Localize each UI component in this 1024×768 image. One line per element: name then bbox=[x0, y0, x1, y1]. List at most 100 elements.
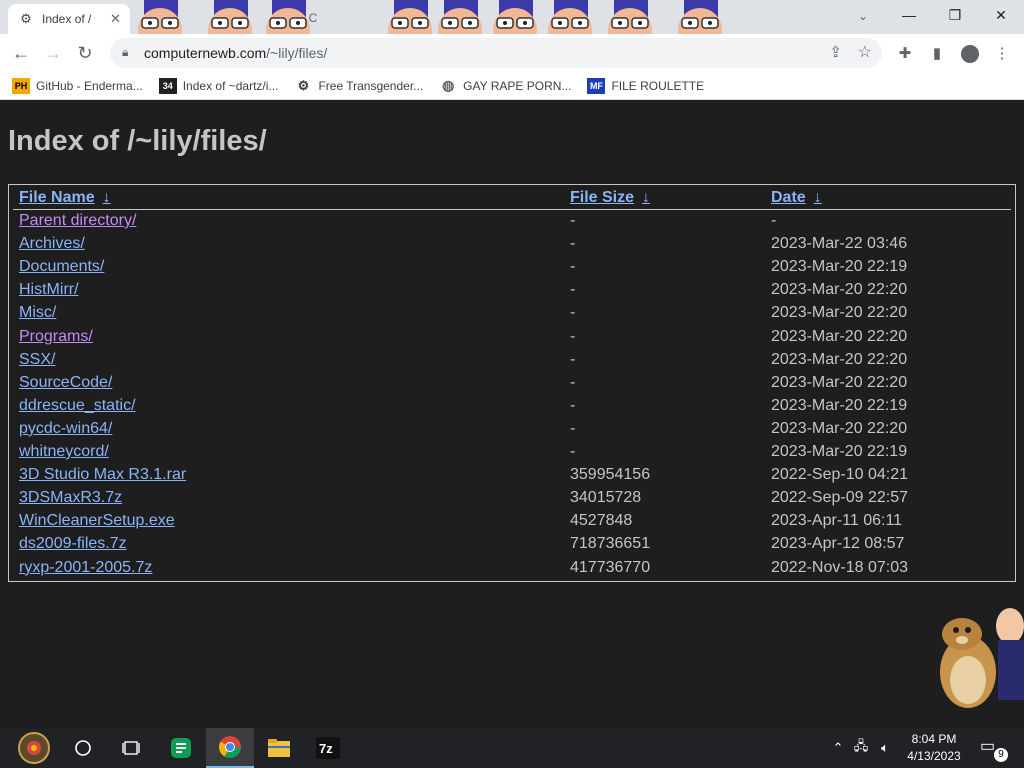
file-size: - bbox=[570, 396, 576, 414]
tab-title: I bbox=[640, 11, 644, 25]
bookmark-index-dartz[interactable]: 34 Index of ~dartz/i... bbox=[158, 77, 279, 94]
side-panel-icon[interactable]: ▮ bbox=[926, 42, 948, 64]
forward-arrow-icon[interactable]: → bbox=[40, 40, 66, 66]
file-date: 2022-Nov-18 07:03 bbox=[771, 558, 908, 576]
file-size: - bbox=[570, 304, 576, 322]
bookmark-globe[interactable]: ◍ GAY RAPE PORN... bbox=[439, 77, 572, 94]
file-size: - bbox=[570, 281, 576, 299]
start-icon[interactable] bbox=[10, 728, 58, 768]
chevron-up-icon[interactable]: ⌃ bbox=[828, 728, 848, 768]
file-date: 2023-Mar-20 22:19 bbox=[771, 396, 908, 414]
close-window-icon[interactable]: ✕ bbox=[978, 0, 1024, 30]
file-link[interactable]: 3D Studio Max R3.1.rar bbox=[19, 466, 186, 484]
grid-icon: 34 bbox=[158, 77, 177, 94]
table-row: Misc/ - 2023-Mar-20 22:20 bbox=[9, 304, 1015, 327]
network-icon[interactable]: 🖧︎ bbox=[850, 728, 872, 768]
extensions-puzzle-icon[interactable]: ✚ bbox=[894, 42, 916, 64]
tab-second[interactable]: ol C bbox=[296, 4, 386, 32]
file-size: - bbox=[570, 212, 576, 229]
menu-kebab-icon[interactable]: ⋮ bbox=[991, 42, 1013, 64]
table-row: ryxp-2001-2005.7z 417736770 2022-Nov-18 07… bbox=[9, 559, 1015, 582]
file-size: 34015728 bbox=[570, 489, 642, 507]
sort-down-icon: ↓ bbox=[102, 189, 111, 206]
volume-muted-icon[interactable]: 🔈︎ bbox=[874, 728, 896, 768]
file-listing-table: File Name ↓ File Size ↓ Date ↓ Parent direc… bbox=[8, 184, 1016, 582]
table-row: Programs/ - 2023-Mar-20 22:20 bbox=[9, 328, 1015, 351]
table-row: Parent directory/ - - bbox=[9, 212, 1015, 235]
bookmark-star-icon[interactable]: ☆ bbox=[858, 42, 872, 62]
tab-third[interactable]: I bbox=[640, 4, 700, 32]
file-link[interactable]: SourceCode/ bbox=[19, 374, 112, 392]
column-header-date[interactable]: Date ↓ bbox=[771, 189, 822, 207]
close-tab-icon[interactable]: ✕ bbox=[110, 11, 121, 27]
tab-title: Index of / bbox=[42, 12, 92, 26]
file-date: 2022-Sep-09 22:57 bbox=[771, 489, 908, 507]
notification-icon[interactable]: ▭ 9 bbox=[980, 736, 1008, 762]
svg-text:7z: 7z bbox=[319, 741, 333, 756]
file-link[interactable]: whitneycord/ bbox=[19, 443, 109, 461]
file-date: 2023-Apr-11 06:11 bbox=[771, 512, 903, 530]
header-divider bbox=[13, 209, 1011, 210]
file-size: - bbox=[570, 235, 576, 253]
column-header-name[interactable]: File Name ↓ bbox=[19, 189, 111, 207]
file-link[interactable]: Documents/ bbox=[19, 258, 104, 276]
file-date: 2023-Mar-20 22:19 bbox=[771, 443, 908, 460]
tab-index[interactable]: ⚙ Index of / ✕ bbox=[8, 4, 130, 34]
bookmark-free-transgender[interactable]: ⚙ Free Transgender... bbox=[294, 78, 424, 94]
bookmark-label: Index of ~dartz/i... bbox=[182, 78, 279, 93]
file-link[interactable]: HistMirr/ bbox=[19, 281, 79, 299]
file-size: - bbox=[570, 373, 576, 391]
lock-icon: 🔒︎ bbox=[122, 45, 129, 59]
bookmark-github[interactable]: PH GitHub - Enderma... bbox=[12, 77, 143, 94]
table-row: Archives/ - 2023-Mar-22 03:46 bbox=[9, 235, 1015, 258]
file-link[interactable]: SSX/ bbox=[19, 351, 55, 369]
minimize-icon[interactable]: — bbox=[886, 0, 932, 30]
file-link[interactable]: 3DSMaxR3.7z bbox=[19, 489, 122, 507]
file-size: 359954156 bbox=[570, 466, 651, 484]
file-explorer-icon[interactable] bbox=[255, 728, 303, 768]
table-row: 3D Studio Max R3.1.rar 359954156 2022-Sep-… bbox=[9, 466, 1015, 489]
file-link[interactable]: pycdc-win64/ bbox=[19, 420, 112, 438]
restore-icon[interactable]: ❐ bbox=[932, 0, 978, 30]
table-row: Documents/ - 2023-Mar-20 22:19 bbox=[9, 258, 1015, 281]
search-icon[interactable] bbox=[59, 728, 107, 768]
file-date: 2023-Mar-20 22:20 bbox=[771, 281, 908, 299]
bookmark-file-roulette[interactable]: MF FILE ROULETTE bbox=[587, 77, 705, 94]
file-link[interactable]: Archives/ bbox=[19, 235, 85, 253]
back-arrow-icon[interactable]: ← bbox=[8, 40, 34, 66]
profile-avatar-icon[interactable] bbox=[961, 45, 979, 63]
reload-icon[interactable]: ↻ bbox=[72, 40, 98, 66]
url-text: computernewb.com/~lily/files/ bbox=[144, 45, 328, 61]
file-link[interactable]: ryxp-2001-2005.7z bbox=[19, 559, 152, 577]
share-icon[interactable]: ⇪ bbox=[829, 43, 842, 61]
file-link[interactable]: ds2009-files.7z bbox=[19, 535, 127, 553]
column-header-size[interactable]: File Size ↓ bbox=[570, 189, 650, 207]
bookmark-label: GAY RAPE PORN... bbox=[463, 78, 572, 93]
chrome-icon[interactable] bbox=[206, 728, 254, 768]
file-link[interactable]: Misc/ bbox=[19, 304, 56, 322]
7zip-icon[interactable]: 7z bbox=[304, 728, 352, 768]
page-title: Index of /~lily/files/ bbox=[8, 125, 267, 157]
bookmark-label: GitHub - Enderma... bbox=[36, 78, 143, 93]
file-date: 2023-Mar-20 22:20 bbox=[771, 350, 908, 368]
tab-title: ol C bbox=[296, 11, 318, 25]
notification-count-badge: 9 bbox=[994, 748, 1008, 762]
address-bar[interactable]: 🔒︎ computernewb.com/~lily/files/ ⇪ ☆ bbox=[110, 38, 882, 68]
file-link[interactable]: Parent directory/ bbox=[19, 212, 136, 230]
hamster-sticker bbox=[940, 608, 1024, 708]
task-view-icon[interactable] bbox=[107, 728, 155, 768]
tab-strip: ⚙ Index of / ✕ ol C I ⌄ — ❐ ✕ bbox=[0, 0, 1024, 34]
ph-icon: PH bbox=[12, 77, 30, 94]
bookmark-label: FILE ROULETTE bbox=[611, 78, 705, 93]
file-link[interactable]: ddrescue_static/ bbox=[19, 397, 136, 415]
file-date: 2023-Mar-20 22:20 bbox=[771, 304, 908, 322]
file-date: 2023-Mar-20 22:20 bbox=[771, 419, 908, 437]
file-link[interactable]: WinCleanerSetup.exe bbox=[19, 512, 175, 530]
sort-down-icon: ↓ bbox=[813, 189, 822, 206]
file-date: 2023-Mar-20 22:19 bbox=[771, 258, 908, 276]
clock[interactable]: 8:04 PM 4/13/2023 bbox=[898, 731, 970, 765]
file-size: - bbox=[570, 350, 576, 368]
tab-search-chevron-icon[interactable]: ⌄ bbox=[852, 6, 874, 26]
file-link[interactable]: Programs/ bbox=[19, 328, 93, 346]
sheets-icon[interactable] bbox=[157, 728, 205, 768]
